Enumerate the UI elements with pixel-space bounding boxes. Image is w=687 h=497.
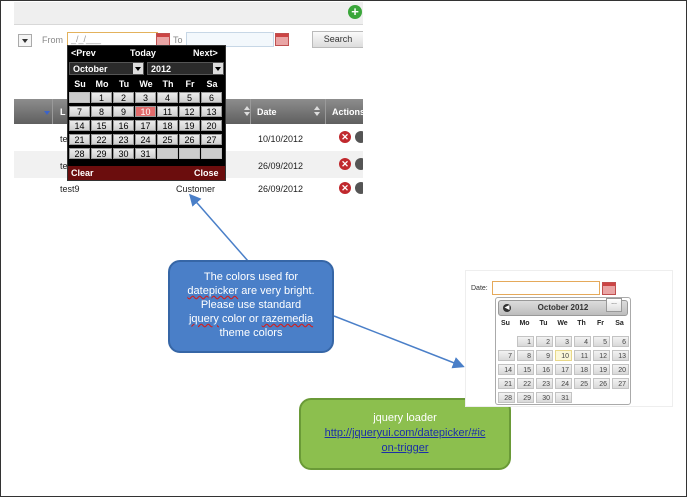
weekday-label: Th: [577, 320, 586, 327]
day-cell[interactable]: 1: [517, 336, 534, 347]
day-cell[interactable]: 6: [612, 336, 629, 347]
day-cell[interactable]: 8: [517, 350, 534, 361]
weekday-label: Su: [501, 320, 510, 327]
trigger-button[interactable]: ...: [606, 298, 622, 312]
day-cell[interactable]: 17: [555, 364, 572, 375]
date-input[interactable]: [492, 281, 600, 295]
day-cell[interactable]: 4: [574, 336, 591, 347]
day-cell[interactable]: 22: [517, 378, 534, 389]
callout-text: theme colors: [219, 327, 283, 339]
callout-text: Please use standard: [200, 299, 302, 311]
day-cell[interactable]: 19: [593, 364, 610, 375]
arrow-to-jquery-datepicker: [333, 315, 465, 369]
calendar-icon[interactable]: [602, 282, 616, 295]
date-label: Date:: [471, 285, 488, 292]
day-cell[interactable]: 3: [555, 336, 572, 347]
day-cell[interactable]: 10: [555, 350, 572, 361]
arrow-to-datepicker: [189, 193, 249, 262]
weekday-label: Mo: [519, 320, 530, 327]
datepicker-popup: ◀ October 2012 Su Mo Tu We Th Fr Sa 1234567891…: [495, 297, 631, 405]
day-cell[interactable]: 26: [593, 378, 610, 389]
weekday-label: Tu: [539, 320, 548, 327]
day-cell[interactable]: 11: [574, 350, 591, 361]
weekday-label: Sa: [615, 320, 624, 327]
month-year-title: October 2012: [537, 303, 589, 312]
screenshot-jquery-datepicker: Date: ◀ October 2012 Su Mo Tu We Th Fr Sa 1234…: [465, 270, 673, 407]
day-cell[interactable]: 7: [498, 350, 515, 361]
day-cell[interactable]: 14: [498, 364, 515, 375]
callout-text: datepicker are very bright.: [187, 285, 315, 297]
comment-callout-colors: The colors used for datepicker are very …: [168, 260, 334, 353]
reference-link[interactable]: on-trigger: [301, 441, 509, 456]
prev-month-icon[interactable]: ◀: [503, 304, 511, 312]
day-cell[interactable]: 9: [536, 350, 553, 361]
callout-text: The colors used for: [203, 271, 299, 283]
day-cell[interactable]: 5: [593, 336, 610, 347]
callout-text: jquery color or razemedia: [188, 313, 314, 325]
day-cell[interactable]: 24: [555, 378, 572, 389]
day-cell[interactable]: 29: [517, 392, 534, 403]
reference-link[interactable]: http://jqueryui.com/datepicker/#ic: [301, 426, 509, 441]
comment-callout-loader: jquery loader http://jqueryui.com/datepi…: [299, 398, 511, 470]
weekday-label: Fr: [597, 320, 604, 327]
day-cell[interactable]: 30: [536, 392, 553, 403]
day-cell[interactable]: 20: [612, 364, 629, 375]
day-cell[interactable]: 31: [555, 392, 572, 403]
day-cell[interactable]: 21: [498, 378, 515, 389]
day-cell[interactable]: 23: [536, 378, 553, 389]
day-cell[interactable]: 25: [574, 378, 591, 389]
day-cell[interactable]: 16: [536, 364, 553, 375]
day-cell[interactable]: 27: [612, 378, 629, 389]
day-cell[interactable]: 28: [498, 392, 515, 403]
day-cell[interactable]: 13: [612, 350, 629, 361]
day-cell[interactable]: 2: [536, 336, 553, 347]
weekday-label: We: [557, 320, 568, 327]
day-cell[interactable]: 18: [574, 364, 591, 375]
callout-text: jquery loader: [373, 412, 437, 424]
day-cell[interactable]: 12: [593, 350, 610, 361]
day-cell[interactable]: 15: [517, 364, 534, 375]
